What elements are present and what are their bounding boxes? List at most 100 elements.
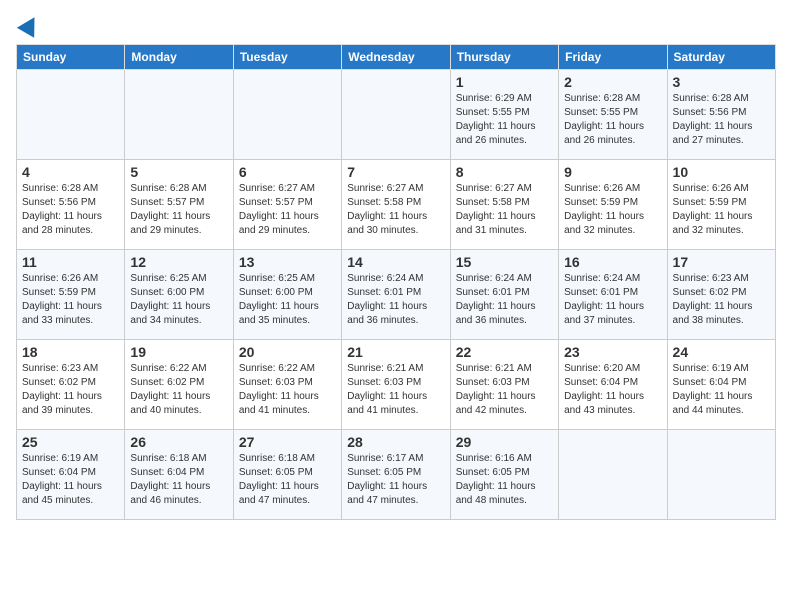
day-number: 29 — [456, 434, 553, 450]
calendar-cell: 28 Sunrise: 6:17 AM Sunset: 6:05 PM Dayli… — [342, 430, 450, 520]
day-info: Sunrise: 6:17 AM Sunset: 6:05 PM Dayligh… — [347, 452, 444, 508]
day-number: 19 — [130, 344, 227, 360]
day-info: Sunrise: 6:22 AM Sunset: 6:02 PM Dayligh… — [130, 362, 227, 418]
calendar-cell: 12 Sunrise: 6:25 AM Sunset: 6:00 PM Dayli… — [125, 250, 233, 340]
day-number: 28 — [347, 434, 444, 450]
calendar-cell — [125, 70, 233, 160]
calendar-cell: 5 Sunrise: 6:28 AM Sunset: 5:57 PM Daylig… — [125, 160, 233, 250]
calendar-cell: 8 Sunrise: 6:27 AM Sunset: 5:58 PM Daylig… — [450, 160, 558, 250]
calendar-cell: 3 Sunrise: 6:28 AM Sunset: 5:56 PM Daylig… — [667, 70, 775, 160]
day-number: 17 — [673, 254, 770, 270]
day-info: Sunrise: 6:20 AM Sunset: 6:04 PM Dayligh… — [564, 362, 661, 418]
calendar-cell — [342, 70, 450, 160]
day-info: Sunrise: 6:18 AM Sunset: 6:05 PM Dayligh… — [239, 452, 336, 508]
calendar-cell: 23 Sunrise: 6:20 AM Sunset: 6:04 PM Dayli… — [559, 340, 667, 430]
calendar-cell: 15Sunrise: 6:24 AM Sunset: 6:01 PM Dayli… — [450, 250, 558, 340]
day-info: Sunrise: 6:19 AM Sunset: 6:04 PM Dayligh… — [673, 362, 770, 418]
day-info: Sunrise: 6:24 AM Sunset: 6:01 PM Dayligh… — [564, 272, 661, 328]
day-info: Sunrise: 6:26 AM Sunset: 5:59 PM Dayligh… — [673, 182, 770, 238]
calendar-cell: 22Sunrise: 6:21 AM Sunset: 6:03 PM Dayli… — [450, 340, 558, 430]
day-number: 23 — [564, 344, 661, 360]
calendar-header-friday: Friday — [559, 45, 667, 70]
logo — [16, 16, 40, 34]
calendar-cell: 14 Sunrise: 6:24 AM Sunset: 6:01 PM Dayli… — [342, 250, 450, 340]
day-number: 16 — [564, 254, 661, 270]
calendar-header-saturday: Saturday — [667, 45, 775, 70]
day-info: Sunrise: 6:28 AM Sunset: 5:56 PM Dayligh… — [22, 182, 119, 238]
calendar-header-sunday: Sunday — [17, 45, 125, 70]
day-info: Sunrise: 6:24 AM Sunset: 6:01 PM Dayligh… — [347, 272, 444, 328]
calendar-week-1: 1 Sunrise: 6:29 AM Sunset: 5:55 PM Daylig… — [17, 70, 776, 160]
day-number: 21 — [347, 344, 444, 360]
day-number: 14 — [347, 254, 444, 270]
calendar-cell: 26 Sunrise: 6:18 AM Sunset: 6:04 PM Dayli… — [125, 430, 233, 520]
calendar-cell: 27 Sunrise: 6:18 AM Sunset: 6:05 PM Dayli… — [233, 430, 341, 520]
day-info: Sunrise: 6:28 AM Sunset: 5:56 PM Dayligh… — [673, 92, 770, 148]
calendar-cell: 25 Sunrise: 6:19 AM Sunset: 6:04 PM Dayli… — [17, 430, 125, 520]
day-info: Sunrise: 6:29 AM Sunset: 5:55 PM Dayligh… — [456, 92, 553, 148]
day-info: Sunrise: 6:23 AM Sunset: 6:02 PM Dayligh… — [22, 362, 119, 418]
day-info: Sunrise: 6:24 AM Sunset: 6:01 PM Dayligh… — [456, 272, 553, 328]
day-info: Sunrise: 6:26 AM Sunset: 5:59 PM Dayligh… — [22, 272, 119, 328]
calendar-week-4: 18 Sunrise: 6:23 AM Sunset: 6:02 PM Dayli… — [17, 340, 776, 430]
day-info: Sunrise: 6:28 AM Sunset: 5:55 PM Dayligh… — [564, 92, 661, 148]
day-number: 11 — [22, 254, 119, 270]
day-info: Sunrise: 6:28 AM Sunset: 5:57 PM Dayligh… — [130, 182, 227, 238]
day-number: 9 — [564, 164, 661, 180]
calendar-cell: 13 Sunrise: 6:25 AM Sunset: 6:00 PM Dayli… — [233, 250, 341, 340]
calendar-cell: 6 Sunrise: 6:27 AM Sunset: 5:57 PM Daylig… — [233, 160, 341, 250]
day-number: 3 — [673, 74, 770, 90]
day-info: Sunrise: 6:27 AM Sunset: 5:58 PM Dayligh… — [347, 182, 444, 238]
calendar-header-wednesday: Wednesday — [342, 45, 450, 70]
day-number: 8 — [456, 164, 553, 180]
day-info: Sunrise: 6:16 AM Sunset: 6:05 PM Dayligh… — [456, 452, 553, 508]
calendar-week-3: 11 Sunrise: 6:26 AM Sunset: 5:59 PM Dayli… — [17, 250, 776, 340]
day-info: Sunrise: 6:27 AM Sunset: 5:58 PM Dayligh… — [456, 182, 553, 238]
calendar-cell: 18 Sunrise: 6:23 AM Sunset: 6:02 PM Dayli… — [17, 340, 125, 430]
day-number: 2 — [564, 74, 661, 90]
day-number: 12 — [130, 254, 227, 270]
calendar-cell: 11 Sunrise: 6:26 AM Sunset: 5:59 PM Dayli… — [17, 250, 125, 340]
calendar-header-monday: Monday — [125, 45, 233, 70]
day-number: 5 — [130, 164, 227, 180]
calendar-cell: 20 Sunrise: 6:22 AM Sunset: 6:03 PM Dayli… — [233, 340, 341, 430]
calendar-cell: 17 Sunrise: 6:23 AM Sunset: 6:02 PM Dayli… — [667, 250, 775, 340]
day-number: 6 — [239, 164, 336, 180]
day-info: Sunrise: 6:23 AM Sunset: 6:02 PM Dayligh… — [673, 272, 770, 328]
day-number: 26 — [130, 434, 227, 450]
header — [16, 16, 776, 34]
day-number: 25 — [22, 434, 119, 450]
day-number: 10 — [673, 164, 770, 180]
calendar-week-2: 4 Sunrise: 6:28 AM Sunset: 5:56 PM Daylig… — [17, 160, 776, 250]
day-number: 27 — [239, 434, 336, 450]
day-number: 20 — [239, 344, 336, 360]
day-info: Sunrise: 6:25 AM Sunset: 6:00 PM Dayligh… — [130, 272, 227, 328]
day-info: Sunrise: 6:25 AM Sunset: 6:00 PM Dayligh… — [239, 272, 336, 328]
day-info: Sunrise: 6:19 AM Sunset: 6:04 PM Dayligh… — [22, 452, 119, 508]
day-number: 4 — [22, 164, 119, 180]
day-number: 22 — [456, 344, 553, 360]
calendar-header-thursday: Thursday — [450, 45, 558, 70]
day-number: 1 — [456, 74, 553, 90]
calendar-cell: 1 Sunrise: 6:29 AM Sunset: 5:55 PM Daylig… — [450, 70, 558, 160]
calendar-cell — [559, 430, 667, 520]
calendar-cell: 24 Sunrise: 6:19 AM Sunset: 6:04 PM Dayli… — [667, 340, 775, 430]
logo-triangle-icon — [17, 12, 43, 38]
calendar-cell: 29 Sunrise: 6:16 AM Sunset: 6:05 PM Dayli… — [450, 430, 558, 520]
day-number: 13 — [239, 254, 336, 270]
calendar-week-5: 25 Sunrise: 6:19 AM Sunset: 6:04 PM Dayli… — [17, 430, 776, 520]
day-info: Sunrise: 6:26 AM Sunset: 5:59 PM Dayligh… — [564, 182, 661, 238]
day-info: Sunrise: 6:21 AM Sunset: 6:03 PM Dayligh… — [347, 362, 444, 418]
day-info: Sunrise: 6:18 AM Sunset: 6:04 PM Dayligh… — [130, 452, 227, 508]
calendar-cell: 21 Sunrise: 6:21 AM Sunset: 6:03 PM Dayli… — [342, 340, 450, 430]
day-number: 24 — [673, 344, 770, 360]
calendar-cell — [667, 430, 775, 520]
day-number: 7 — [347, 164, 444, 180]
calendar-cell: 7 Sunrise: 6:27 AM Sunset: 5:58 PM Daylig… — [342, 160, 450, 250]
calendar-cell: 19 Sunrise: 6:22 AM Sunset: 6:02 PM Dayli… — [125, 340, 233, 430]
calendar-header-row: SundayMondayTuesdayWednesdayThursdayFrid… — [17, 45, 776, 70]
day-number: 18 — [22, 344, 119, 360]
day-info: Sunrise: 6:22 AM Sunset: 6:03 PM Dayligh… — [239, 362, 336, 418]
day-info: Sunrise: 6:27 AM Sunset: 5:57 PM Dayligh… — [239, 182, 336, 238]
calendar-table: SundayMondayTuesdayWednesdayThursdayFrid… — [16, 44, 776, 520]
